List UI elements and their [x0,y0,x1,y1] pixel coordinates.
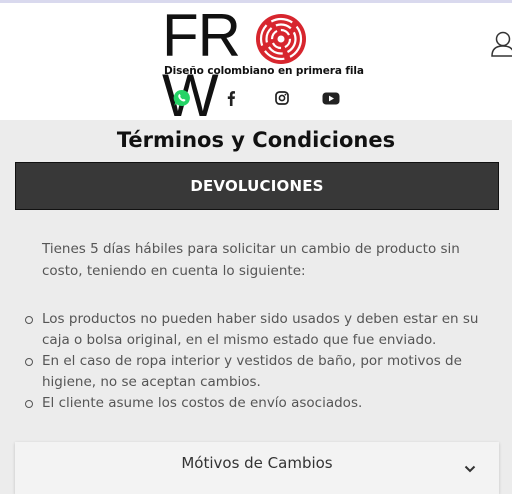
return-conditions-list: Los productos no pueden haber sido usado… [23,309,508,414]
youtube-icon[interactable] [322,89,340,107]
bullet-icon [25,358,33,366]
list-item: En el caso de ropa interior y vestidos d… [23,351,508,393]
logo-tagline: Diseño colombiano en primera fila [164,65,364,77]
user-icon[interactable] [490,29,512,57]
site-header: FRW Diseño colombiano en primera fila [0,3,512,126]
exchange-reasons-accordion[interactable]: Mótivos de Cambios [15,442,499,494]
logo-o-emblem [256,14,306,64]
page-title: Términos y Condiciones [116,128,396,152]
facebook-icon[interactable] [222,89,240,107]
list-item: Los productos no pueden haber sido usado… [23,309,508,351]
instagram-icon[interactable] [273,89,291,107]
bullet-icon [25,400,33,408]
returns-section-header: DEVOLUCIONES [15,162,499,210]
list-item: El cliente asume los costos de envío aso… [23,393,508,414]
returns-intro-text: Tienes 5 días hábiles para solicitar un … [42,241,460,279]
whatsapp-icon[interactable] [173,89,191,107]
chevron-down-icon [464,465,476,473]
frow-logo[interactable]: FRW Diseño colombiano en primera fila [162,6,364,126]
section-label: DEVOLUCIONES [190,177,324,195]
bullet-icon [25,316,33,324]
accordion-title: Mótivos de Cambios [181,454,333,472]
